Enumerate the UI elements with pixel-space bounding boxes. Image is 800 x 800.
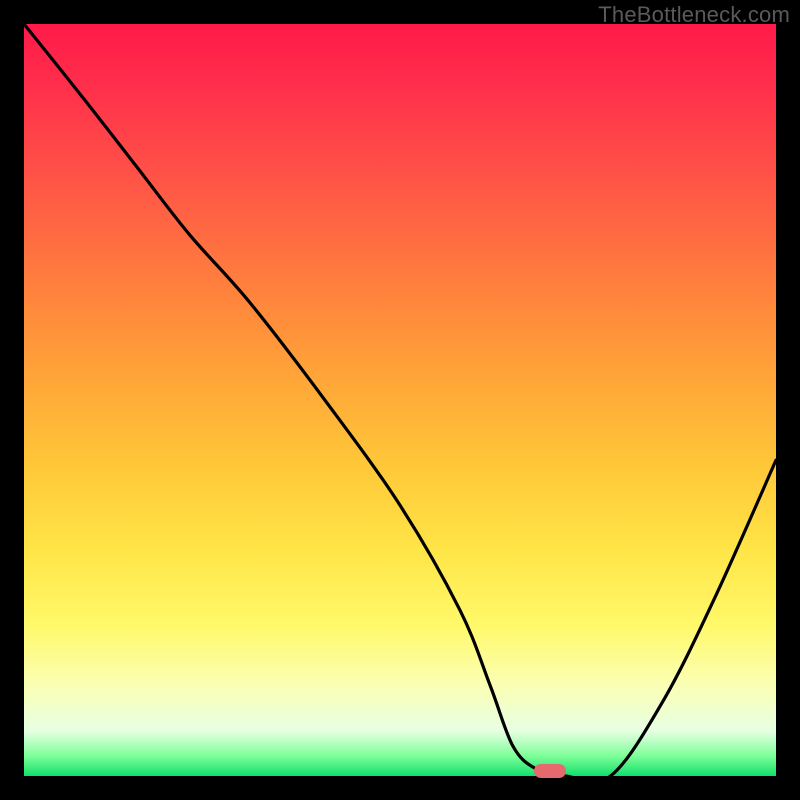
chart-frame [24,24,776,776]
watermark-text: TheBottleneck.com [598,2,790,28]
optimal-point-marker [534,764,566,778]
bottleneck-curve [24,24,776,776]
